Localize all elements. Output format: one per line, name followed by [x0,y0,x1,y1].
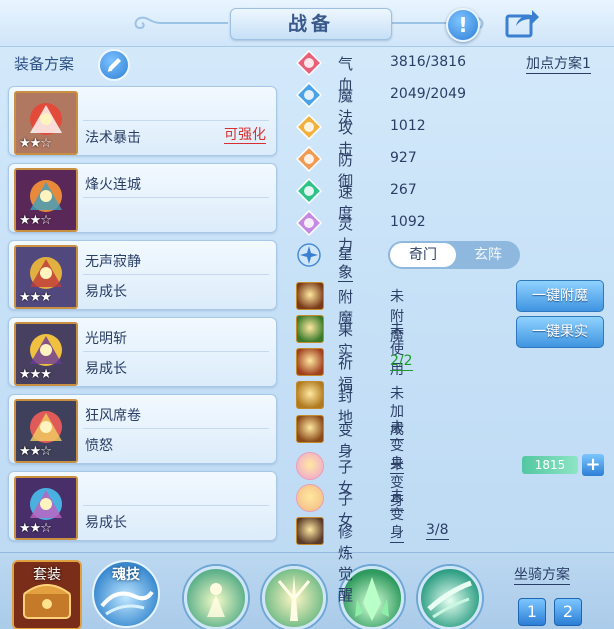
soul-skill-button[interactable]: 魂技 [92,560,160,628]
star-sign-icon [297,243,321,267]
card-divider [83,428,269,429]
set-label: 套装 [33,567,61,583]
card-divider [83,505,269,506]
buff-label: 修炼觉醒 [338,523,354,604]
equipment-icon: ★★☆ [14,476,78,540]
star-mode-toggle[interactable]: 奇门 玄阵 [388,241,520,269]
card-divider [83,351,269,352]
equipment-icon: ★★★ [14,245,78,309]
star-rating: ★★☆ [19,444,52,459]
equipment-name: 烽火连城 [85,177,141,193]
equipment-icon: ★★☆ [14,399,78,463]
equipment-icon: ★★☆ [14,168,78,232]
equipment-icon: ★★☆ [14,91,78,155]
heart-icon [296,50,322,76]
equipment-trait: 易成长 [85,361,127,377]
buff-6-icon [296,452,324,480]
buff-value[interactable]: 2/2 [390,352,413,371]
card-divider [83,120,269,121]
mount-plan-1-button[interactable]: 1 [518,598,546,626]
stat-label: 灵力 [338,215,354,254]
light-skill-icon [277,575,311,621]
stat-value: 2049/2049 [390,86,466,102]
set-equipment-button[interactable]: 套装 [12,560,82,629]
mount-plan-link[interactable]: 坐骑方案 [514,566,570,585]
mount-plan-2-button[interactable]: 2 [554,598,582,626]
equipment-slot-4[interactable]: ★★★ 光明斩易成长 [8,317,277,387]
stat-value: 267 [390,182,417,198]
mana-icon [296,82,322,108]
equipment-name: 狂风席卷 [85,408,141,424]
buff-2-icon [296,315,324,343]
equipment-plan-label: 装备方案 [14,55,75,73]
buff-value[interactable]: 3/8 [426,521,449,540]
star-rating: ★★★ [19,290,52,305]
star-rating: ★★☆ [19,136,52,151]
card-divider [83,274,269,275]
equipment-trait: 易成长 [85,284,127,300]
stat-value: 1092 [390,214,426,230]
tab-xuanzhen[interactable]: 玄阵 [458,243,518,267]
equipment-trait: 法术暴击 [85,130,141,146]
tab-qimen[interactable]: 奇门 [390,243,456,267]
plan-edit-button[interactable] [98,49,130,81]
equipment-slot-3[interactable]: ★★★ 无声寂静易成长 [8,240,277,310]
buff-value[interactable]: 未变身 [390,488,404,543]
one-click-enchant-button[interactable]: 一键附魔 [516,280,604,312]
equipment-slot-2[interactable]: ★★☆ 烽火连城 [8,163,277,233]
speed-icon [296,178,322,204]
battle-prep-panel: 战备 ! 装备方案 加点方案1 星象 奇门 玄阵 一键附魔 一键果实 1815 … [0,0,614,629]
buff-7-icon [296,484,324,512]
page-title: 战备 [230,8,392,40]
star-rating: ★★★ [19,367,52,382]
skill-slot-1[interactable] [184,566,248,629]
attack-icon [296,114,322,140]
figure-skill-icon [207,583,225,617]
equipment-slot-5[interactable]: ★★☆ 狂风席卷愤怒 [8,394,277,464]
card-divider [83,197,269,198]
wind-skill-icon [427,580,472,619]
pencil-icon [107,58,121,72]
buff-8-icon [296,517,324,545]
defense-icon [296,146,322,172]
skill-slot-4[interactable] [418,566,482,629]
equipment-trait: 易成长 [85,515,127,531]
buff-3-icon [296,348,324,376]
buff-5-icon [296,415,324,443]
skill-slot-2[interactable] [262,566,326,629]
buff-1-icon [296,282,324,310]
star-rating: ★★☆ [19,521,52,536]
equipment-name: 光明斩 [85,331,127,347]
spirit-icon [296,210,322,236]
buff-4-icon [296,381,324,409]
one-click-fruit-button[interactable]: 一键果实 [516,316,604,348]
add-exp-button[interactable]: + [582,454,604,476]
share-icon[interactable] [504,6,540,40]
info-alert-button[interactable]: ! [446,8,480,42]
add-point-plan-link[interactable]: 加点方案1 [526,55,591,74]
title-ornament-left [134,16,228,30]
equipment-trait: 愤怒 [85,438,113,454]
star-rating: ★★☆ [19,213,52,228]
soul-skill-label: 魂技 [112,567,140,583]
buff-label: 变身 [338,421,354,460]
stat-value: 3816/3816 [390,54,466,70]
equipment-slot-1[interactable]: ★★☆ 法术暴击 可强化 [8,86,277,156]
stat-value: 1012 [390,118,426,134]
equipment-slot-6[interactable]: ★★☆ 易成长 [8,471,277,541]
equipment-name: 无声寂静 [85,254,141,270]
child-exp-bar: 1815 [522,456,578,474]
equipment-icon: ★★★ [14,322,78,386]
upgradable-tag[interactable]: 可强化 [224,127,266,144]
stat-value: 927 [390,150,417,166]
